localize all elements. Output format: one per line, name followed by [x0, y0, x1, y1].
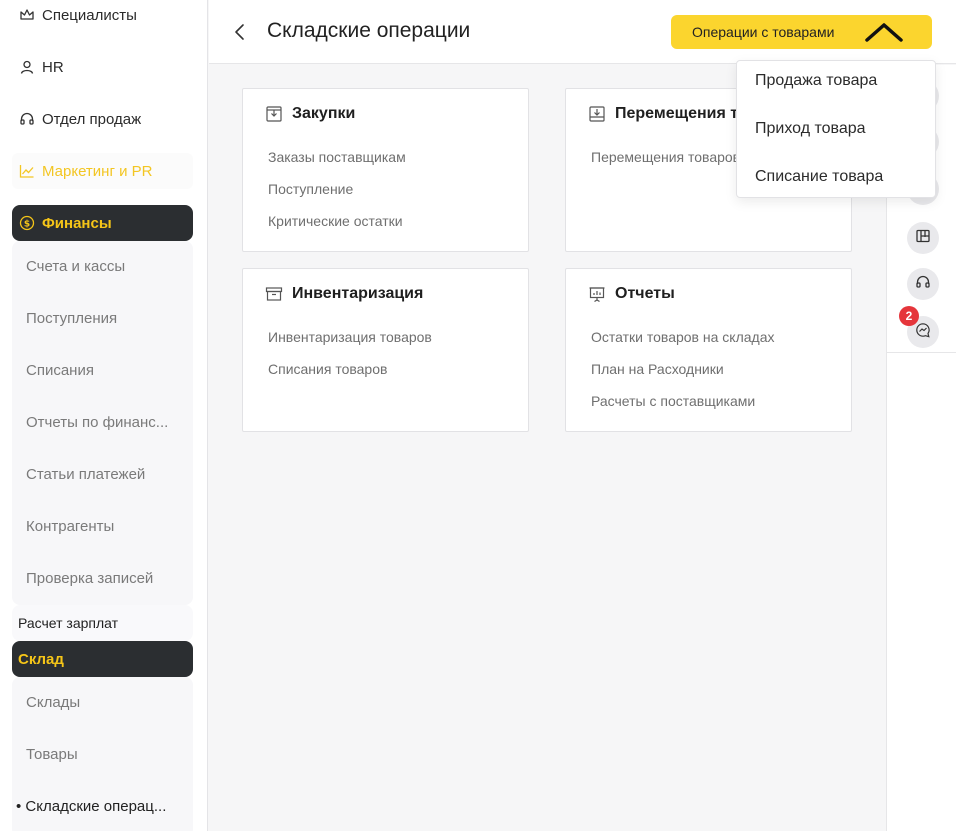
sidebar: Специалисты HR Отдел продаж Маркетинг и …	[0, 0, 208, 831]
box-in-icon	[265, 105, 283, 123]
sidebar-item-label: Маркетинг и PR	[42, 162, 153, 180]
card-link-supplier-orders[interactable]: Заказы поставщикам	[268, 149, 406, 165]
sidebar-subitem-finance-reports[interactable]: Отчеты по финанс...	[26, 414, 186, 431]
sidebar-subitem-products[interactable]: Товары	[26, 746, 186, 763]
messenger-icon	[915, 322, 931, 343]
menu-item-goods-writeoff[interactable]: Списание товара	[755, 168, 883, 186]
chart-line-icon	[18, 162, 36, 180]
sidebar-subitem-payment-items[interactable]: Статьи платежей	[26, 466, 186, 483]
crown-icon	[18, 6, 36, 24]
card-reports: Отчеты Остатки товаров на складах План н…	[565, 268, 852, 432]
back-arrow-icon[interactable]	[231, 20, 249, 44]
chevron-up-icon	[864, 20, 904, 44]
card-link-consumables-plan[interactable]: План на Расходники	[591, 361, 724, 377]
card-purchases: Закупки Заказы поставщикам Поступление К…	[242, 88, 529, 252]
divider	[887, 352, 956, 353]
sidebar-item-label: Склад	[18, 650, 64, 668]
sidebar-subitem-check-records[interactable]: Проверка записей	[26, 570, 186, 587]
headset-icon	[915, 274, 931, 295]
sidebar-subitem-warehouses[interactable]: Склады	[26, 694, 186, 711]
goods-operations-button[interactable]: Операции с товарами	[671, 15, 932, 49]
page-header: Складские операции Операции с товарами	[209, 0, 956, 64]
sidebar-subitem-warehouse-operations[interactable]: • Складские операц...	[16, 798, 176, 815]
card-inventory: Инвентаризация Инвентаризация товаров Сп…	[242, 268, 529, 432]
sidebar-item-hr[interactable]: HR	[12, 49, 193, 85]
kanban-board-icon	[915, 228, 931, 249]
sidebar-item-sales[interactable]: Отдел продаж	[12, 101, 193, 137]
download-box-icon	[588, 105, 606, 123]
card-title: Закупки	[292, 105, 356, 122]
sidebar-item-label: Отдел продаж	[42, 110, 142, 128]
card-link-goods-inventory[interactable]: Инвентаризация товаров	[268, 329, 432, 345]
board-button[interactable]	[907, 222, 939, 254]
sidebar-item-specialists[interactable]: Специалисты	[12, 0, 193, 33]
goods-operations-label: Операции с товарами	[692, 24, 835, 40]
card-link-receipt[interactable]: Поступление	[268, 181, 353, 197]
dollar-circle-icon: $	[18, 214, 36, 232]
svg-text:$: $	[24, 220, 30, 230]
sidebar-item-label: HR	[42, 58, 64, 76]
card-title: Отчеты	[615, 285, 675, 302]
card-title: Инвентаризация	[292, 285, 424, 302]
card-link-goods-writeoffs[interactable]: Списания товаров	[268, 361, 387, 377]
menu-item-sell-goods[interactable]: Продажа товара	[755, 72, 877, 90]
page-title: Складские операции	[267, 19, 471, 42]
card-title: Перемещения т	[615, 105, 739, 122]
sidebar-item-label: Специалисты	[42, 6, 137, 24]
notification-badge: 2	[899, 306, 919, 326]
sidebar-subitem-income[interactable]: Поступления	[26, 310, 186, 327]
card-link-goods-transfers[interactable]: Перемещения товаров	[591, 149, 740, 165]
support-button[interactable]	[907, 268, 939, 300]
presentation-icon	[588, 285, 606, 303]
card-link-supplier-settlements[interactable]: Расчеты с поставщиками	[591, 393, 755, 409]
goods-operations-menu: Продажа товара Приход товара Списание то…	[736, 60, 936, 198]
archive-icon	[265, 285, 283, 303]
sidebar-item-label: Финансы	[42, 214, 112, 232]
user-icon	[18, 58, 36, 76]
sidebar-subitem-accounts[interactable]: Счета и кассы	[26, 258, 186, 275]
sidebar-subitem-writeoffs[interactable]: Списания	[26, 362, 186, 379]
headset-icon	[18, 110, 36, 128]
menu-item-goods-receipt[interactable]: Приход товара	[755, 120, 866, 138]
sidebar-item-warehouse[interactable]: Склад	[12, 641, 193, 677]
card-link-stock-balances[interactable]: Остатки товаров на складах	[591, 329, 774, 345]
sidebar-item-finance[interactable]: $ Финансы	[12, 205, 193, 241]
sidebar-subitem-counterparties[interactable]: Контрагенты	[26, 518, 186, 535]
sidebar-item-salary[interactable]: Расчет зарплат	[18, 615, 178, 631]
card-link-critical-stock[interactable]: Критические остатки	[268, 213, 403, 229]
sidebar-item-marketing[interactable]: Маркетинг и PR	[12, 153, 193, 189]
